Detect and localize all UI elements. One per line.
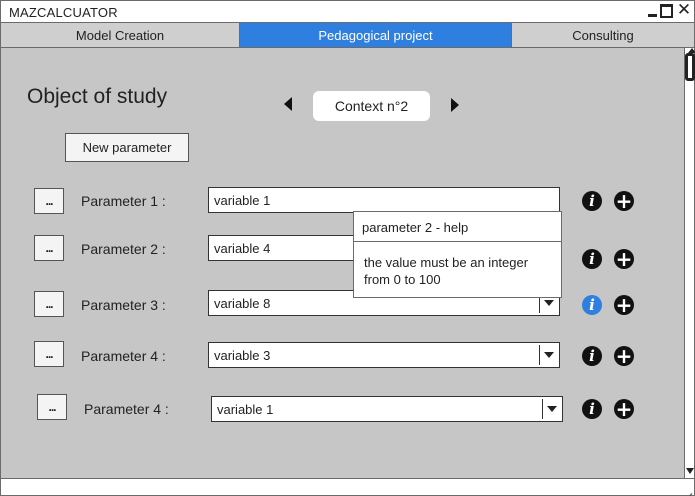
close-icon[interactable]: ✕ (677, 1, 691, 19)
parameter-1-select[interactable]: variable 1 (208, 187, 560, 213)
parameter-5-value: variable 1 (217, 401, 274, 417)
parameter-3-options-button[interactable]: ... (34, 291, 64, 317)
page-title: Object of study (27, 85, 168, 108)
maximize-icon[interactable] (659, 2, 673, 20)
parameter-1-label: Parameter 1 : (81, 193, 166, 209)
status-bar (1, 478, 694, 495)
parameter-5-info-icon[interactable]: i (582, 399, 602, 419)
parameter-4-value: variable 3 (214, 347, 271, 363)
window-title: MAZCALCUATOR (9, 5, 118, 20)
parameter-5-select[interactable]: variable 1 (211, 396, 563, 422)
parameter-2-info-icon[interactable]: i (582, 249, 602, 269)
help-tooltip: parameter 2 - help the value must be an … (353, 211, 562, 298)
parameter-2-label: Parameter 2 : (81, 241, 166, 257)
new-parameter-button[interactable]: New parameter (65, 133, 189, 162)
chevron-down-icon[interactable] (542, 399, 560, 419)
vertical-scrollbar[interactable] (684, 48, 695, 478)
parameter-3-info-icon[interactable]: i (582, 295, 602, 315)
tab-pedagogical-project[interactable]: Pedagogical project (240, 23, 512, 47)
parameter-3-label: Parameter 3 : (81, 297, 166, 313)
tooltip-body: the value must be an integer from 0 to 1… (364, 255, 529, 287)
resize-grip-icon[interactable] (680, 482, 692, 494)
tab-bar: Model Creation Pedagogical project Consu… (1, 23, 694, 48)
parameter-5-label: Parameter 4 : (84, 401, 169, 417)
parameter-1-options-button[interactable]: ... (34, 188, 64, 214)
parameter-1-add-icon[interactable]: + (614, 191, 634, 211)
parameter-1-info-icon[interactable]: i (582, 191, 602, 211)
parameter-2-add-icon[interactable]: + (614, 249, 634, 269)
context-prev-icon[interactable] (284, 97, 292, 111)
scrollbar-thumb[interactable] (685, 48, 695, 81)
parameter-2-options-button[interactable]: ... (34, 235, 64, 261)
parameter-4-select[interactable]: variable 3 (208, 342, 560, 368)
parameter-4-label: Parameter 4 : (81, 348, 166, 364)
chevron-down-icon[interactable] (539, 345, 557, 365)
minimize-icon[interactable] (645, 2, 659, 20)
scroll-down-arrow-icon[interactable] (686, 468, 694, 474)
parameter-1-value: variable 1 (214, 192, 271, 208)
context-label: Context n°2 (313, 91, 430, 121)
tooltip-title: parameter 2 - help (354, 212, 561, 242)
parameter-5-options-button[interactable]: ... (37, 394, 67, 420)
parameter-4-options-button[interactable]: ... (34, 341, 64, 367)
context-next-icon[interactable] (451, 98, 459, 112)
tab-model-creation[interactable]: Model Creation (1, 23, 240, 47)
title-bar: MAZCALCUATOR ✕ (1, 1, 694, 23)
tab-consulting[interactable]: Consulting (512, 23, 694, 47)
parameter-5-add-icon[interactable]: + (614, 399, 634, 419)
parameter-4-add-icon[interactable]: + (614, 346, 634, 366)
parameter-4-info-icon[interactable]: i (582, 346, 602, 366)
parameter-3-add-icon[interactable]: + (614, 295, 634, 315)
